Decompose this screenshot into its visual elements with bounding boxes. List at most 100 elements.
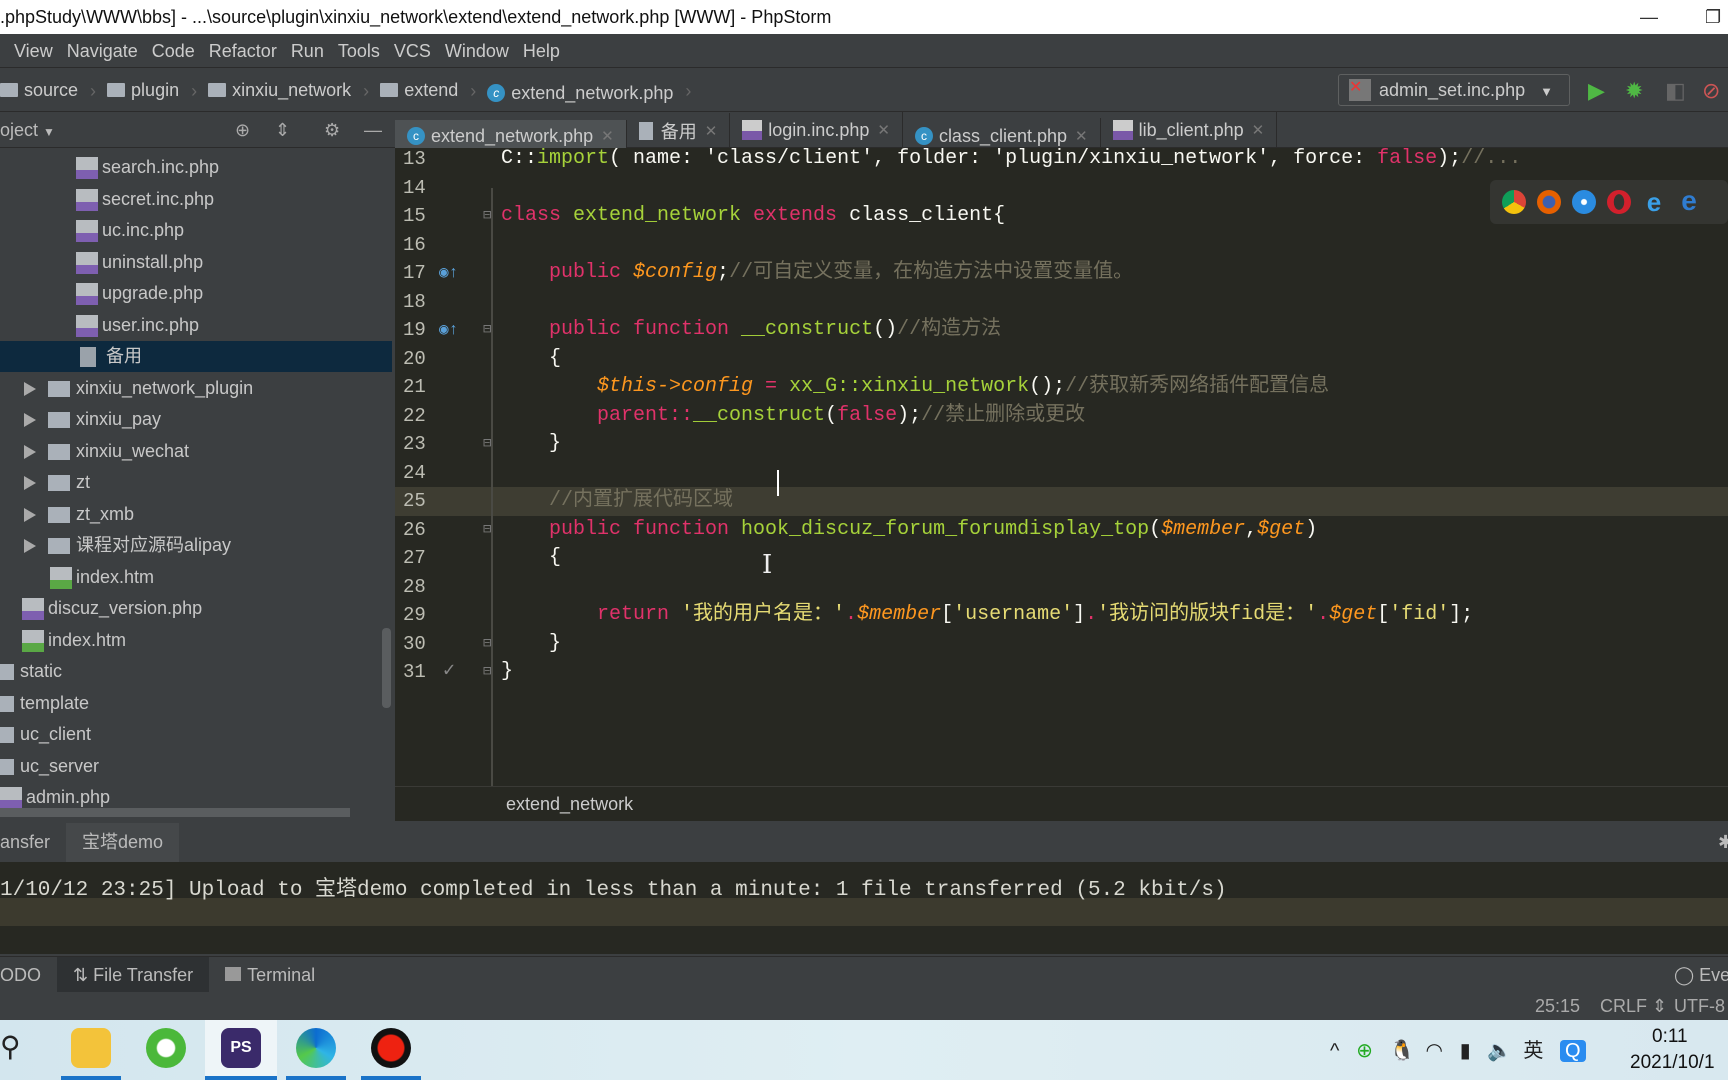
edge-legacy-icon[interactable]: e bbox=[1677, 187, 1701, 215]
line-number[interactable]: 23 bbox=[403, 430, 426, 459]
app-q-icon[interactable]: Q bbox=[1560, 1040, 1586, 1062]
hide-icon[interactable]: — bbox=[364, 112, 382, 148]
tree-item[interactable]: static bbox=[0, 656, 392, 687]
caret-position[interactable]: 25:15 bbox=[1535, 992, 1580, 1020]
line-number[interactable]: 18 bbox=[403, 288, 426, 317]
close-icon[interactable]: ✕ bbox=[1075, 127, 1088, 145]
line-number[interactable]: 29 bbox=[403, 601, 426, 630]
expand-arrow-icon[interactable] bbox=[24, 381, 36, 396]
tree-item[interactable]: xinxiu_pay bbox=[0, 404, 392, 435]
minimize-button[interactable]: — bbox=[1640, 0, 1658, 34]
close-icon[interactable]: ✕ bbox=[877, 121, 890, 139]
close-icon[interactable]: ✕ bbox=[1252, 121, 1265, 139]
phpstorm-icon[interactable]: PS bbox=[221, 1028, 261, 1068]
tab-baota-demo[interactable]: 宝塔demo bbox=[66, 823, 180, 862]
line-number[interactable]: 16 bbox=[403, 231, 426, 260]
tab-2[interactable]: login.inc.php ✕ bbox=[730, 112, 903, 148]
expand-arrow-icon[interactable] bbox=[24, 444, 36, 459]
override-marker-icon[interactable]: ◉↑ bbox=[439, 316, 458, 345]
debug-icon[interactable]: ✹ bbox=[1625, 78, 1643, 104]
breadcrumb-source[interactable]: source bbox=[0, 68, 78, 112]
expand-arrow-icon[interactable] bbox=[24, 539, 36, 554]
line-number[interactable]: 30 bbox=[403, 630, 426, 659]
line-number[interactable]: 15 bbox=[403, 202, 426, 231]
expand-arrow-icon[interactable] bbox=[24, 476, 36, 491]
tree-item[interactable]: index.htm bbox=[0, 625, 392, 656]
tool-file-transfer[interactable]: ⇅ File Transfer bbox=[57, 957, 210, 993]
tree-item[interactable]: xinxiu_network_plugin bbox=[0, 373, 392, 404]
file-encoding[interactable]: UTF-8 bbox=[1674, 992, 1725, 1020]
project-tree-scrollbar[interactable] bbox=[382, 628, 391, 708]
tree-item[interactable]: template bbox=[0, 688, 392, 719]
coverage-icon[interactable]: ◧ bbox=[1665, 78, 1686, 104]
ime-indicator[interactable]: 英 bbox=[1523, 1040, 1543, 1062]
menu-help[interactable]: Help bbox=[523, 41, 560, 61]
line-number[interactable]: 27 bbox=[403, 544, 426, 573]
safari-icon[interactable] bbox=[1572, 190, 1596, 214]
line-number[interactable]: 13 bbox=[403, 148, 426, 174]
tree-item[interactable]: upgrade.php bbox=[0, 278, 392, 309]
run-icon[interactable]: ▶ bbox=[1588, 78, 1605, 104]
tree-item[interactable]: index.htm bbox=[0, 562, 392, 593]
firefox-icon[interactable] bbox=[1537, 190, 1561, 214]
tree-item[interactable]: 备用 bbox=[0, 341, 392, 372]
tab-4[interactable]: lib_client.php ✕ bbox=[1101, 112, 1278, 148]
breadcrumb-extend[interactable]: extend bbox=[380, 68, 458, 112]
tree-item[interactable]: uc_server bbox=[0, 751, 392, 782]
menu-view[interactable]: View bbox=[14, 41, 53, 61]
tab-transfer[interactable]: ansfer bbox=[0, 823, 66, 862]
locate-icon[interactable]: ⊕ bbox=[235, 112, 250, 148]
breadcrumb-file[interactable]: c extend_network.php bbox=[487, 71, 673, 115]
line-number[interactable]: 31 bbox=[403, 658, 426, 687]
project-view-selector[interactable]: oject ▼ bbox=[0, 120, 55, 140]
tree-item[interactable]: user.inc.php bbox=[0, 310, 392, 341]
tool-terminal[interactable]: Terminal bbox=[209, 957, 331, 993]
opera-icon[interactable] bbox=[1607, 190, 1631, 214]
volume-icon[interactable]: 🔈 bbox=[1487, 1040, 1512, 1062]
line-number[interactable]: 19 bbox=[403, 316, 426, 345]
breadcrumb-xinxiu-network[interactable]: xinxiu_network bbox=[208, 68, 351, 112]
tab-1[interactable]: 备用 ✕ bbox=[627, 113, 731, 149]
recorder-icon[interactable] bbox=[371, 1028, 411, 1068]
search-icon[interactable]: ⚲ bbox=[0, 1030, 21, 1063]
line-number[interactable]: 20 bbox=[403, 345, 426, 374]
line-separator[interactable]: CRLF ⇕ bbox=[1600, 992, 1667, 1020]
tool-todo[interactable]: ODO bbox=[0, 957, 57, 993]
close-icon[interactable]: ✕ bbox=[705, 122, 718, 140]
tree-item[interactable]: zt_xmb bbox=[0, 499, 392, 530]
menu-navigate[interactable]: Navigate bbox=[67, 41, 138, 61]
override-marker-icon[interactable]: ◉↑ bbox=[439, 259, 458, 288]
horizontal-scrollbar[interactable] bbox=[0, 808, 350, 817]
expand-arrow-icon[interactable] bbox=[24, 507, 36, 522]
file-explorer-icon[interactable] bbox=[71, 1028, 111, 1068]
menu-run[interactable]: Run bbox=[291, 41, 324, 61]
settings-icon[interactable]: ✱ bbox=[1718, 823, 1728, 862]
menu-refactor[interactable]: Refactor bbox=[209, 41, 277, 61]
restore-button[interactable]: ❐ bbox=[1705, 0, 1721, 34]
stop-listen-icon[interactable]: ⊘ bbox=[1702, 78, 1720, 104]
line-number[interactable]: 26 bbox=[403, 516, 426, 545]
qq-icon[interactable]: 🐧 bbox=[1390, 1040, 1415, 1062]
tree-item[interactable]: uninstall.php bbox=[0, 247, 392, 278]
code-editor[interactable]: 13 C::import( name: 'class/client', folde… bbox=[395, 148, 1728, 820]
breadcrumb-plugin[interactable]: plugin bbox=[107, 68, 179, 112]
menu-window[interactable]: Window bbox=[445, 41, 509, 61]
gear-icon[interactable]: ⚙ bbox=[324, 112, 340, 148]
ie-icon[interactable]: e bbox=[1642, 189, 1666, 215]
line-number[interactable]: 28 bbox=[403, 573, 426, 602]
tree-item[interactable]: xinxiu_wechat bbox=[0, 436, 392, 467]
expand-arrow-icon[interactable] bbox=[24, 413, 36, 428]
line-number[interactable]: 14 bbox=[403, 174, 426, 203]
tree-item[interactable]: zt bbox=[0, 467, 392, 498]
event-log-button[interactable]: ◯ Eve bbox=[1674, 957, 1728, 993]
line-number[interactable]: 22 bbox=[403, 402, 426, 431]
tree-item[interactable]: uc.inc.php bbox=[0, 215, 392, 246]
security-icon[interactable]: ⊕ bbox=[1356, 1040, 1373, 1062]
wifi-icon[interactable]: ◠ bbox=[1426, 1040, 1443, 1062]
line-number[interactable]: 17 bbox=[403, 259, 426, 288]
line-number[interactable]: 24 bbox=[403, 459, 426, 488]
edge-icon[interactable] bbox=[296, 1028, 336, 1068]
close-icon[interactable]: ✕ bbox=[601, 127, 614, 145]
tree-item[interactable]: 课程对应源码alipay bbox=[0, 530, 392, 561]
line-number[interactable]: 21 bbox=[403, 373, 426, 402]
